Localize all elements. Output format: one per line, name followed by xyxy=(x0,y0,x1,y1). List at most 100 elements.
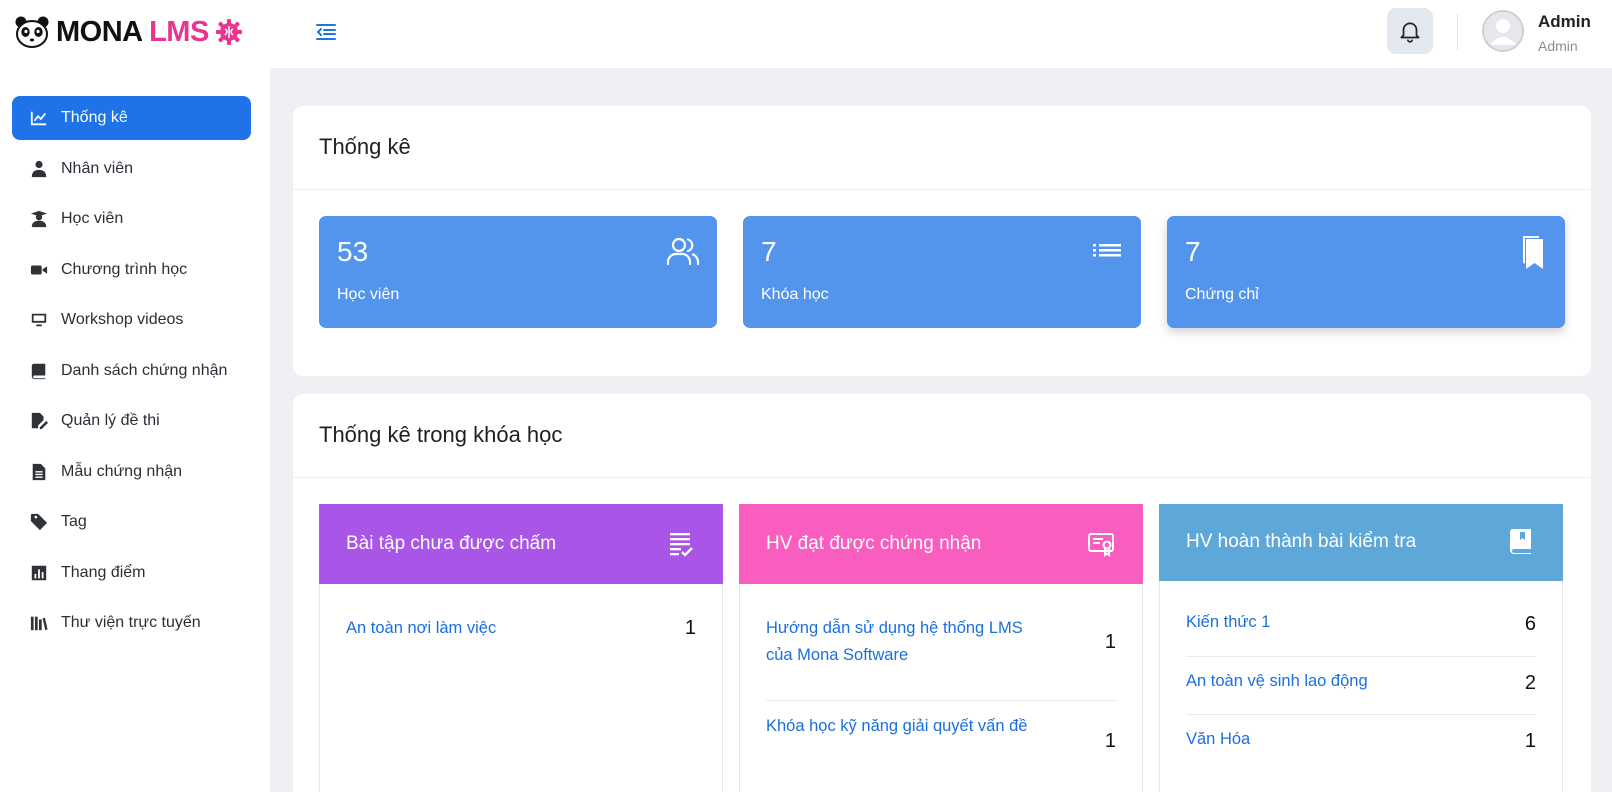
divider xyxy=(293,189,1591,190)
list-item: Khóa học kỹ năng giải quyết vấn đề 1 xyxy=(766,701,1116,787)
user-role: Admin xyxy=(1538,38,1578,54)
user-name[interactable]: Admin xyxy=(1538,12,1591,32)
brain-gear-icon xyxy=(215,19,242,45)
course-link[interactable]: Khóa học kỹ năng giải quyết vấn đề xyxy=(766,713,1046,740)
stat-khoa-hoc[interactable]: 7 Khóa học xyxy=(743,216,1141,328)
sidebar-item-label: Thống kê xyxy=(61,109,128,126)
sidebar-item-label: Thư viện trực tuyến xyxy=(61,614,201,631)
panel-header: Bài tập chưa được chấm xyxy=(319,504,723,584)
sidebar-item-thong-ke[interactable]: Thống kê xyxy=(12,96,251,140)
book-open-icon xyxy=(1509,529,1531,554)
panel-header: HV đạt được chứng nhận xyxy=(739,504,1143,584)
video-camera-icon xyxy=(29,260,49,280)
row-count: 1 xyxy=(1104,631,1116,653)
chart-line-icon xyxy=(29,108,49,128)
list-item: Văn Hóa 1 xyxy=(1186,715,1536,773)
certificate-icon xyxy=(1088,533,1114,557)
tag-icon xyxy=(29,512,49,532)
brand-name: MONA LMS xyxy=(56,16,209,49)
sidebar-item-label: Tag xyxy=(61,513,87,530)
library-icon xyxy=(29,613,49,633)
users-icon xyxy=(666,237,700,266)
file-lines-icon xyxy=(29,462,49,482)
panel-title: HV hoàn thành bài kiểm tra xyxy=(1186,531,1417,552)
panel-list: Kiến thức 1 6 An toàn vệ sinh lao động 2… xyxy=(1186,599,1536,773)
panel-header: HV hoàn thành bài kiểm tra xyxy=(1159,504,1563,581)
stat-hoc-vien[interactable]: 53 Học viên xyxy=(319,216,717,328)
stat-label: Học viên xyxy=(337,286,400,303)
brand-name-part1: MONA xyxy=(56,15,142,48)
bell-icon xyxy=(1400,22,1420,43)
sidebar-item-label: Mẫu chứng nhận xyxy=(61,462,183,480)
header-divider xyxy=(1457,14,1458,50)
monitor-icon xyxy=(29,310,49,330)
sidebar-item-label: Chương trình học xyxy=(61,260,188,278)
stat-value: 53 xyxy=(337,236,369,267)
top-header: Admin Admin xyxy=(270,0,1612,68)
list-item: Kiến thức 1 6 xyxy=(1186,599,1536,657)
sidebar-item-label: Thang điểm xyxy=(61,563,146,581)
panel-title: Bài tập chưa được chấm xyxy=(346,533,557,554)
card-title: Thống kê trong khóa học xyxy=(319,422,563,447)
user-graduate-icon xyxy=(29,209,49,229)
row-count: 6 xyxy=(1524,613,1536,635)
panel-list: An toàn nơi làm việc 1 xyxy=(346,615,696,655)
divider xyxy=(293,477,1591,478)
sidebar: MONA LMS Thống kê Nhân viên Học viên Chư… xyxy=(0,0,270,792)
bookmark-icon xyxy=(1523,236,1543,269)
sidebar-item-label: Workshop videos xyxy=(61,311,184,328)
sidebar-item-mau-chung-nhan[interactable]: Mẫu chứng nhận xyxy=(12,450,251,494)
course-stats-card: Thống kê trong khóa học Bài tập chưa đượ… xyxy=(293,394,1591,792)
sidebar-item-label: Danh sách chứng nhận xyxy=(61,361,228,379)
user-tie-icon xyxy=(29,159,49,179)
panel-list: Hướng dẫn sử dụng hệ thống LMS của Mona … xyxy=(766,615,1116,787)
sidebar-item-hoc-vien[interactable]: Học viên xyxy=(12,197,251,241)
stats-card: Thống kê 53 Học viên 7 Khóa học 7 Chứng … xyxy=(293,106,1591,376)
logo[interactable]: MONA LMS xyxy=(14,14,243,50)
panda-logo-icon xyxy=(15,16,49,48)
panel-hv-dat-chung-nhan: HV đạt được chứng nhận Hướng dẫn sử dụng… xyxy=(739,504,1143,792)
sidebar-item-label: Quản lý đề thi xyxy=(61,412,160,429)
list-icon xyxy=(1093,244,1121,257)
stat-value: 7 xyxy=(761,236,777,267)
course-link[interactable]: An toàn vệ sinh lao động xyxy=(1186,668,1466,695)
sidebar-item-danh-sach-chung-nhan[interactable]: Danh sách chứng nhận xyxy=(12,349,251,393)
stat-label: Chứng chỉ xyxy=(1185,286,1259,303)
sidebar-item-tag[interactable]: Tag xyxy=(12,500,251,544)
brand-name-part2: LMS xyxy=(149,15,209,48)
user-avatar-icon xyxy=(1482,10,1524,52)
row-count: 1 xyxy=(684,617,696,639)
sidebar-nav: Thống kê Nhân viên Học viên Chương trình… xyxy=(12,96,251,652)
menu-collapse-icon[interactable] xyxy=(314,20,338,44)
course-link[interactable]: Văn Hóa xyxy=(1186,726,1466,753)
card-title: Thống kê xyxy=(319,134,411,159)
row-count: 1 xyxy=(1104,730,1116,752)
sidebar-item-thang-diem[interactable]: Thang điểm xyxy=(12,551,251,595)
notification-button[interactable] xyxy=(1387,8,1433,54)
sidebar-item-nhan-vien[interactable]: Nhân viên xyxy=(12,147,251,191)
sidebar-item-workshop-videos[interactable]: Workshop videos xyxy=(12,298,251,342)
panel-title: HV đạt được chứng nhận xyxy=(766,533,982,554)
panel-hv-hoan-thanh-bai-kiem-tra: HV hoàn thành bài kiểm tra Kiến thức 1 6… xyxy=(1159,504,1563,792)
bar-chart-icon xyxy=(29,563,49,583)
file-signature-icon xyxy=(29,411,49,431)
sidebar-item-chuong-trinh-hoc[interactable]: Chương trình học xyxy=(12,248,251,292)
course-link[interactable]: Hướng dẫn sử dụng hệ thống LMS của Mona … xyxy=(766,615,1046,669)
row-count: 2 xyxy=(1524,672,1536,694)
stat-label: Khóa học xyxy=(761,286,829,303)
stat-chung-chi[interactable]: 7 Chứng chỉ xyxy=(1167,216,1565,328)
list-item: An toàn nơi làm việc 1 xyxy=(346,615,696,655)
panel-bai-tap-chua-cham: Bài tập chưa được chấm An toàn nơi làm v… xyxy=(319,504,723,792)
avatar[interactable] xyxy=(1482,10,1524,52)
course-link[interactable]: An toàn nơi làm việc xyxy=(346,615,626,642)
sidebar-item-quan-ly-de-thi[interactable]: Quản lý đề thi xyxy=(12,399,251,443)
sidebar-item-label: Học viên xyxy=(61,210,124,227)
list-item: An toàn vệ sinh lao động 2 xyxy=(1186,657,1536,715)
course-link[interactable]: Kiến thức 1 xyxy=(1186,609,1466,636)
sidebar-item-label: Nhân viên xyxy=(61,159,134,177)
row-count: 1 xyxy=(1524,730,1536,752)
sidebar-item-thu-vien-truc-tuyen[interactable]: Thư viện trực tuyến xyxy=(12,601,251,645)
book-icon xyxy=(29,361,49,381)
stat-value: 7 xyxy=(1185,236,1201,267)
list-item: Hướng dẫn sử dụng hệ thống LMS của Mona … xyxy=(766,615,1116,701)
